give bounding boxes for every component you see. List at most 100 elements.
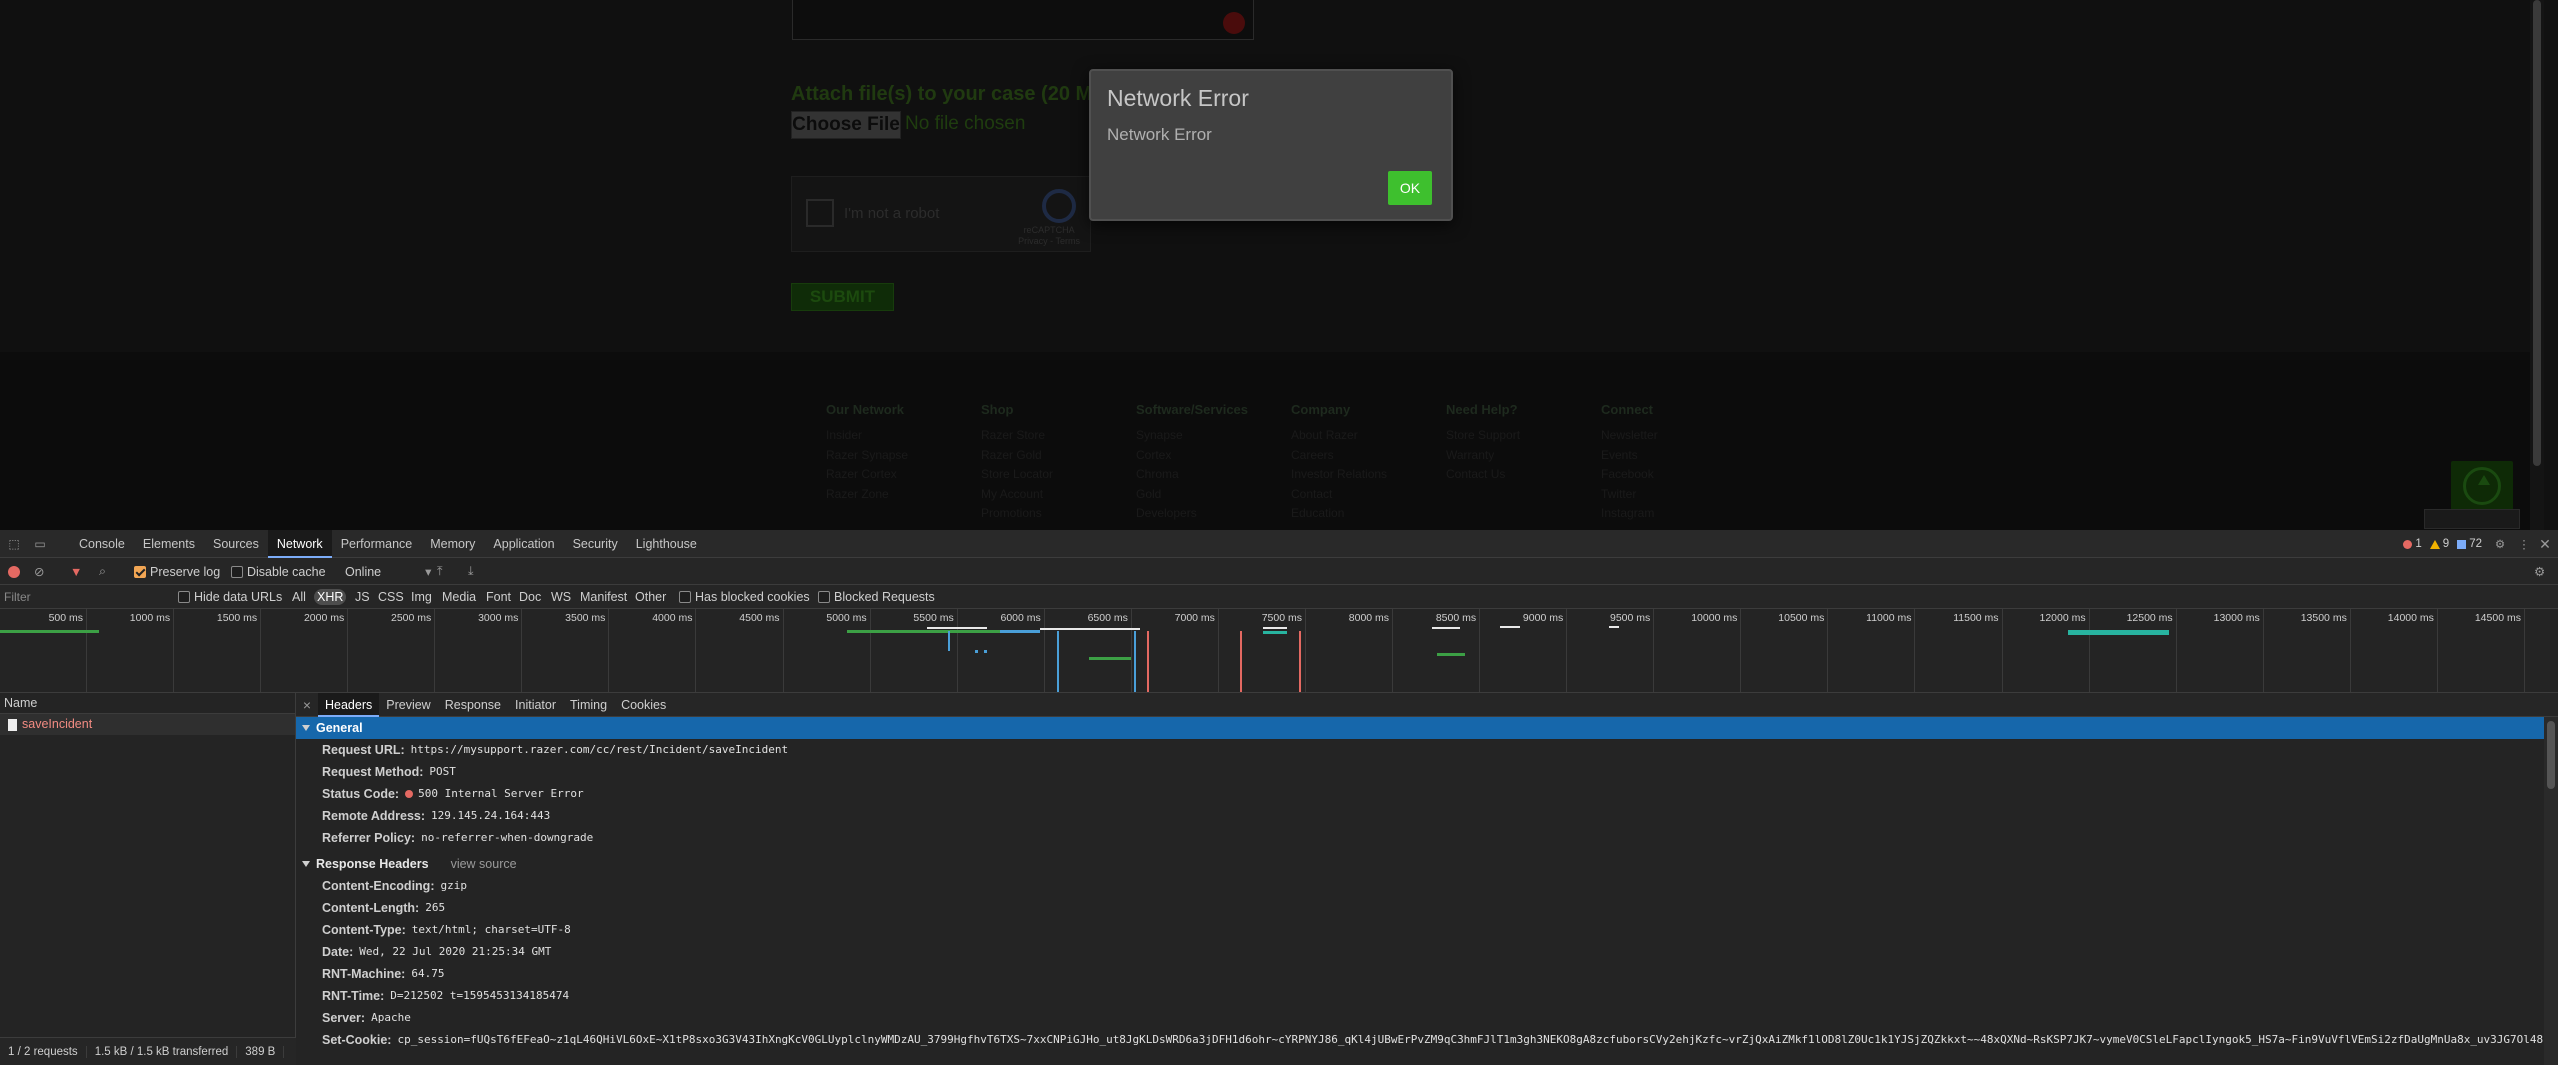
footer-link[interactable]: Razer Synapse: [826, 446, 908, 466]
network-settings-icon[interactable]: ⚙: [2534, 558, 2545, 585]
view-source-link[interactable]: view source: [451, 853, 517, 875]
error-count-badge[interactable]: 1: [2403, 538, 2422, 550]
record-icon[interactable]: [8, 565, 20, 578]
footer-link[interactable]: Razer Store: [981, 426, 1053, 446]
detail-tab-preview[interactable]: Preview: [379, 693, 437, 717]
footer-link[interactable]: Events: [1601, 446, 1658, 466]
footer-link[interactable]: Newsletter: [1601, 426, 1658, 446]
close-devtools-icon[interactable]: ✕: [2538, 536, 2552, 553]
footer-column: Our Network Insider Razer Synapse Razer Cor…: [826, 402, 908, 504]
footer-link[interactable]: Chroma: [1136, 465, 1248, 485]
chat-widget[interactable]: [2424, 509, 2520, 529]
general-section-header[interactable]: General: [296, 717, 2558, 739]
tab-sources[interactable]: Sources: [204, 530, 268, 558]
footer-link[interactable]: Contact Us: [1446, 465, 1520, 485]
footer-link[interactable]: Razer Gold: [981, 446, 1053, 466]
footer-link[interactable]: Facebook: [1601, 465, 1658, 485]
footer-link[interactable]: Synapse: [1136, 426, 1248, 446]
timeline-tick-label: 11500 ms: [1953, 612, 1999, 624]
choose-file-button[interactable]: Choose File: [791, 111, 901, 139]
type-filter-other[interactable]: Other: [632, 589, 669, 605]
footer-link[interactable]: Education: [1291, 504, 1387, 524]
throttle-select[interactable]: Online ▾: [345, 558, 431, 585]
tab-elements[interactable]: Elements: [134, 530, 204, 558]
detail-tab-cookies[interactable]: Cookies: [614, 693, 673, 717]
export-har-icon[interactable]: ⤓: [468, 558, 474, 585]
details-scrollbar[interactable]: [2544, 717, 2558, 1065]
close-details-icon[interactable]: ×: [296, 697, 318, 713]
type-filter-doc[interactable]: Doc: [516, 589, 544, 605]
detail-tab-initiator[interactable]: Initiator: [508, 693, 563, 717]
type-filter-font[interactable]: Font: [483, 589, 514, 605]
type-filter-media[interactable]: Media: [439, 589, 479, 605]
type-filter-all[interactable]: All: [289, 589, 309, 605]
footer-link[interactable]: Twitter: [1601, 485, 1658, 505]
footer-link[interactable]: Careers: [1291, 446, 1387, 466]
footer-link[interactable]: Store Locator: [981, 465, 1053, 485]
tab-performance[interactable]: Performance: [332, 530, 422, 558]
name-column-header[interactable]: Name: [0, 693, 295, 714]
footer-link[interactable]: Razer Zone: [826, 485, 908, 505]
footer-link[interactable]: Razer Cortex: [826, 465, 908, 485]
tab-application[interactable]: Application: [484, 530, 563, 558]
recaptcha-widget[interactable]: I'm not a robot reCAPTCHA Privacy - Terms: [791, 176, 1091, 252]
tab-lighthouse[interactable]: Lighthouse: [627, 530, 706, 558]
timeline-bar: [1609, 626, 1619, 628]
ok-button[interactable]: OK: [1388, 171, 1432, 205]
type-filter-img[interactable]: Img: [408, 589, 435, 605]
footer-link[interactable]: Promotions: [981, 504, 1053, 524]
detail-tab-timing[interactable]: Timing: [563, 693, 614, 717]
warning-icon: [2429, 539, 2440, 549]
type-filter-css[interactable]: CSS: [375, 589, 407, 605]
search-icon[interactable]: ⌕: [99, 558, 106, 585]
tab-memory[interactable]: Memory: [421, 530, 484, 558]
detail-tab-response[interactable]: Response: [438, 693, 508, 717]
blocked-requests-checkbox[interactable]: Blocked Requests: [818, 585, 935, 609]
more-options-icon[interactable]: ⋮: [2518, 537, 2530, 551]
footer-link[interactable]: Gold: [1136, 485, 1248, 505]
submit-button[interactable]: SUBMIT: [791, 283, 894, 311]
disable-cache-checkbox[interactable]: Disable cache: [231, 558, 326, 585]
tab-security[interactable]: Security: [564, 530, 627, 558]
detail-tab-headers[interactable]: Headers: [318, 693, 380, 717]
tab-console[interactable]: Console: [70, 530, 134, 558]
filter-funnel-icon[interactable]: ▼: [70, 558, 82, 585]
preserve-log-checkbox[interactable]: Preserve log: [134, 558, 220, 585]
footer-link[interactable]: Contact: [1291, 485, 1387, 505]
inspect-element-icon[interactable]: ⬚: [6, 536, 22, 552]
response-headers-section-header[interactable]: Response Headers view source: [296, 853, 2558, 875]
type-filter-ws[interactable]: WS: [548, 589, 574, 605]
timeline-gridline: [869, 609, 871, 692]
footer-link[interactable]: Instagram: [1601, 504, 1658, 524]
type-filter-manifest[interactable]: Manifest: [577, 589, 630, 605]
footer-link[interactable]: Developers: [1136, 504, 1248, 524]
footer-link[interactable]: My Account: [981, 485, 1053, 505]
footer-link[interactable]: Warranty: [1446, 446, 1520, 466]
device-toolbar-icon[interactable]: ▭: [32, 536, 48, 552]
timeline-tick-label: 13500 ms: [2300, 612, 2347, 624]
description-textarea[interactable]: [792, 0, 1254, 40]
network-overview-timeline[interactable]: 500 ms 1000 ms 1500 ms 2000 ms 2500 ms 3000 m…: [0, 609, 2558, 693]
footer-link[interactable]: Investor Relations: [1291, 465, 1387, 485]
footer-link[interactable]: About Razer: [1291, 426, 1387, 446]
clear-icon[interactable]: ⊘: [34, 558, 44, 585]
timeline-bar: [1263, 627, 1287, 629]
tab-network[interactable]: Network: [267, 530, 332, 558]
footer-link[interactable]: Store Support: [1446, 426, 1520, 446]
request-row[interactable]: saveIncident: [0, 714, 295, 735]
timeline-tick-label: 11000 ms: [1866, 612, 1912, 624]
page-scrollbar[interactable]: [2530, 0, 2544, 530]
hide-data-urls-checkbox[interactable]: Hide data URLs: [178, 585, 282, 609]
type-filter-js[interactable]: JS: [352, 589, 373, 605]
has-blocked-cookies-checkbox[interactable]: Has blocked cookies: [679, 585, 810, 609]
type-filter-xhr[interactable]: XHR: [314, 589, 347, 605]
captcha-checkbox[interactable]: [806, 199, 834, 227]
settings-gear-icon[interactable]: ⚙: [2490, 537, 2510, 551]
warning-count-badge[interactable]: 9: [2429, 538, 2449, 550]
footer-link[interactable]: Insider: [826, 426, 908, 446]
info-count-badge[interactable]: 72: [2457, 538, 2482, 550]
header-row: Server: Apache: [296, 1007, 2558, 1029]
filter-input[interactable]: Filter: [4, 590, 31, 604]
import-har-icon[interactable]: ⤒: [437, 558, 443, 585]
footer-link[interactable]: Cortex: [1136, 446, 1248, 466]
